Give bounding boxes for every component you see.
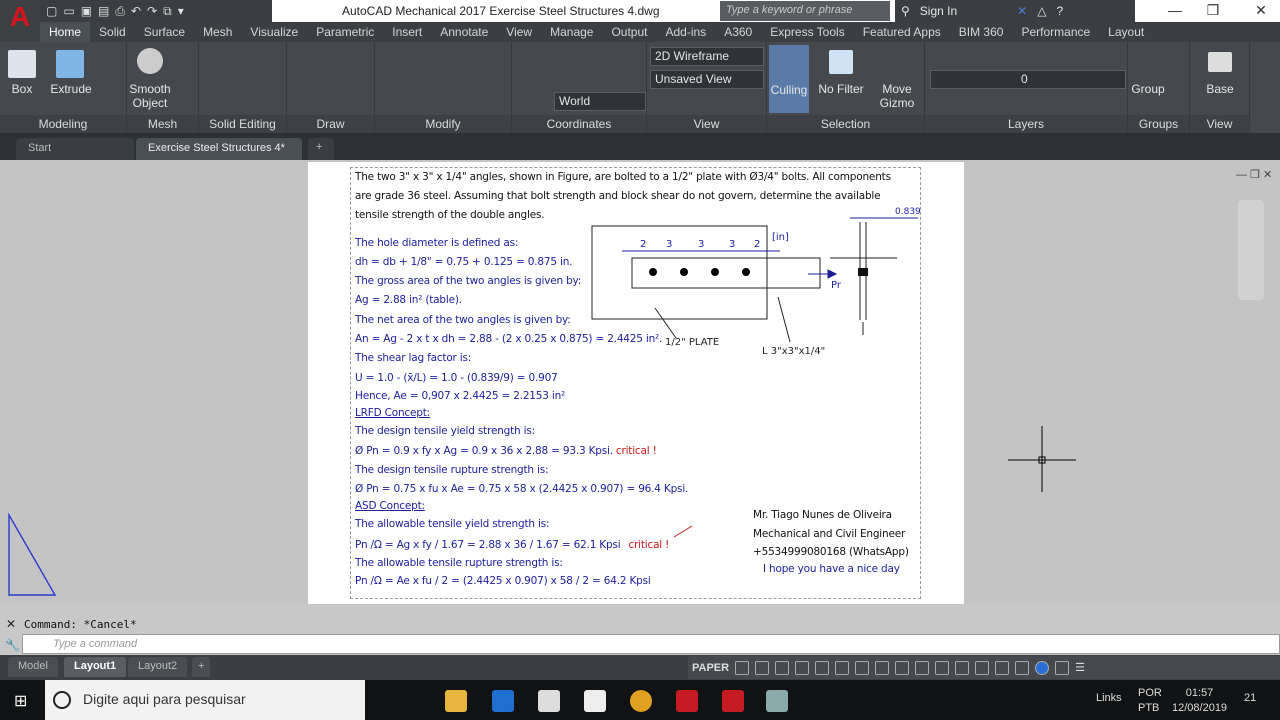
taskbar-search-input[interactable]: Digite aqui para pesquisar bbox=[45, 680, 365, 720]
angle-label: L 3"x3"x1/4" bbox=[762, 346, 825, 357]
new-layout-button[interactable]: + bbox=[192, 657, 211, 677]
bolt bbox=[649, 268, 657, 276]
load-label: Pr bbox=[831, 280, 842, 291]
annotation-monitor-icon[interactable] bbox=[955, 660, 970, 675]
command-input[interactable]: Type a command bbox=[22, 634, 1280, 654]
unit-label: [in] bbox=[772, 232, 789, 243]
edge-icon[interactable] bbox=[492, 690, 514, 712]
paint-icon[interactable] bbox=[766, 690, 788, 712]
selection-cycling-icon[interactable] bbox=[895, 660, 910, 675]
navigation-bar[interactable] bbox=[1238, 200, 1264, 300]
ortho-icon[interactable] bbox=[775, 660, 790, 675]
acrobat-icon[interactable] bbox=[722, 690, 744, 712]
command-history-text: Command: *Cancel* bbox=[24, 618, 137, 631]
isolate-icon[interactable] bbox=[1015, 660, 1030, 675]
load-arrowhead bbox=[827, 269, 838, 279]
workspace-gear-icon[interactable] bbox=[935, 660, 950, 675]
dim-label: 2 bbox=[640, 239, 646, 250]
chrome-icon[interactable] bbox=[630, 690, 652, 712]
grid-icon[interactable] bbox=[755, 660, 770, 675]
clean-screen-icon[interactable] bbox=[1055, 660, 1070, 675]
bolt bbox=[711, 268, 719, 276]
paper-space-toggle[interactable]: PAPER bbox=[692, 662, 729, 674]
crosshair-cursor bbox=[1008, 426, 1076, 492]
windows-start-icon[interactable]: ⊞ bbox=[14, 691, 27, 711]
author-title: Mechanical and Civil Engineer bbox=[753, 528, 906, 540]
store-icon[interactable] bbox=[538, 690, 560, 712]
dim-label: 2 bbox=[754, 239, 760, 250]
section-bolt bbox=[858, 268, 868, 276]
language-indicator[interactable]: POR PTB bbox=[1138, 686, 1162, 716]
otrack-icon[interactable] bbox=[835, 660, 850, 675]
critical-arrow bbox=[673, 525, 693, 538]
clock[interactable]: 01:57 12/08/2019 bbox=[1172, 686, 1227, 716]
tab-model[interactable]: Model bbox=[8, 657, 58, 677]
osnap-icon[interactable] bbox=[815, 660, 830, 675]
ucs-icon bbox=[8, 512, 57, 596]
bolt bbox=[680, 268, 688, 276]
dim-label: 3 bbox=[698, 239, 704, 250]
transparency-icon[interactable] bbox=[875, 660, 890, 675]
autocad-taskbar-icon[interactable] bbox=[676, 690, 698, 712]
quick-properties-icon[interactable] bbox=[995, 660, 1010, 675]
plate-outline bbox=[591, 225, 768, 320]
file-explorer-icon[interactable] bbox=[445, 690, 467, 712]
bolts bbox=[649, 268, 750, 276]
dim-label: 3 bbox=[666, 239, 672, 250]
wrench-icon[interactable]: 🔧 bbox=[5, 638, 20, 652]
hardware-acceleration-icon[interactable] bbox=[1035, 660, 1050, 675]
links-toolbar[interactable]: Links bbox=[1096, 692, 1122, 704]
snap-icon[interactable] bbox=[735, 660, 750, 675]
annotation-icon[interactable] bbox=[915, 660, 930, 675]
viewport-controls[interactable]: — ❐ ✕ bbox=[1236, 168, 1272, 181]
polar-icon[interactable] bbox=[795, 660, 810, 675]
bolt bbox=[742, 268, 750, 276]
author-greeting: I hope you have a nice day bbox=[763, 563, 900, 575]
close-icon[interactable]: ✕ bbox=[6, 617, 16, 631]
plate-leader bbox=[654, 307, 677, 339]
notification-center-button[interactable]: 21 bbox=[1244, 692, 1256, 704]
status-bar: PAPER ☰ bbox=[688, 656, 1280, 679]
mail-icon[interactable] bbox=[584, 690, 606, 712]
lineweight-icon[interactable] bbox=[855, 660, 870, 675]
xbar-label: 0.839 bbox=[895, 207, 921, 217]
plate-label: 1/2" PLATE bbox=[665, 337, 719, 348]
cortana-icon bbox=[53, 691, 71, 709]
author-name: Mr. Tiago Nunes de Oliveira bbox=[753, 509, 892, 521]
tab-layout1[interactable]: Layout1 bbox=[64, 657, 127, 677]
units-icon[interactable] bbox=[975, 660, 990, 675]
angle-leader bbox=[777, 296, 791, 343]
tab-layout2[interactable]: Layout2 bbox=[128, 657, 188, 677]
customization-menu-icon[interactable]: ☰ bbox=[1075, 661, 1085, 674]
author-phone: +5534999080168 (WhatsApp) bbox=[753, 546, 909, 558]
dim-label: 3 bbox=[729, 239, 735, 250]
angle-outline bbox=[631, 257, 821, 289]
